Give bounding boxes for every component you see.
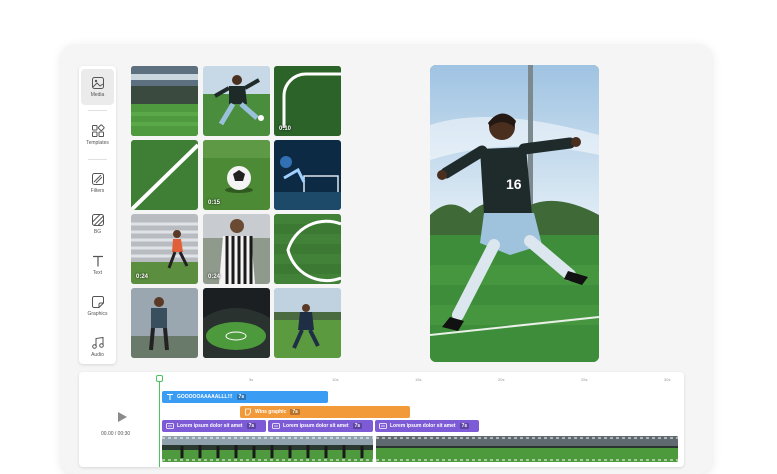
stadium-night-thumbnail <box>203 288 270 358</box>
play-icon[interactable] <box>116 411 128 423</box>
media-tile-player-kick[interactable] <box>203 66 270 136</box>
text-clip[interactable]: GOOOOOAAAAALLL!!! 7s <box>162 391 328 403</box>
clip-duration: 7s <box>352 423 363 429</box>
media-tile-player-15[interactable] <box>274 288 341 358</box>
goalkeeper-thumbnail <box>274 140 341 210</box>
video-preview[interactable]: 16 <box>430 65 599 362</box>
center-circle-thumbnail <box>274 214 341 284</box>
bg-icon <box>91 214 104 226</box>
sidebar-item-label: Graphics <box>87 311 108 317</box>
duration-label: 0:24 <box>208 274 221 280</box>
ruler-tick: 20s <box>498 377 505 382</box>
ruler-tick: 10s <box>332 377 339 382</box>
clip-duration: 7s <box>246 423 257 429</box>
clip-label: Wins graphic <box>255 409 287 415</box>
sidebar-item-media[interactable]: Media <box>81 69 114 105</box>
playhead[interactable] <box>159 376 160 467</box>
caption-icon <box>272 423 280 429</box>
media-tile-stadium[interactable] <box>131 66 198 136</box>
graphics-icon <box>245 408 251 416</box>
clip-label: GOOOOOAAAAALLL!!! <box>177 394 233 400</box>
sidebar-item-label: Templates <box>86 140 109 146</box>
audio-icon <box>91 336 104 349</box>
sidebar-item-filters[interactable]: Filters <box>81 165 114 201</box>
time-display: 00.00 / 00:30 <box>101 431 131 437</box>
sidebar-item-label: Media <box>90 92 105 98</box>
sidebar-item-text[interactable]: Text <box>81 247 114 283</box>
playhead-handle[interactable] <box>156 375 163 382</box>
svg-text:16: 16 <box>506 176 522 192</box>
text-icon <box>92 255 103 267</box>
image-icon <box>91 77 104 89</box>
video-filmstrip <box>162 436 373 462</box>
media-tile-grass-line[interactable] <box>131 140 198 210</box>
ruler-tick: 30s <box>664 377 671 382</box>
media-tile-center-circle[interactable] <box>274 214 341 284</box>
duration-label: 0:15 <box>208 200 221 206</box>
caption-icon <box>166 423 174 429</box>
grass-thumbnail <box>131 140 198 210</box>
media-grid: 0:10 0:15 0:24 0:24 <box>131 66 342 359</box>
media-tile-stands-player[interactable]: 0:24 <box>131 214 198 284</box>
preview-image: 16 <box>430 65 599 362</box>
templates-icon <box>91 124 105 137</box>
divider <box>88 110 107 111</box>
clip-label: Lorem ipsum dolor sit amet <box>177 423 243 429</box>
sidebar-item-label: BG <box>93 229 102 235</box>
sidebar-item-graphics[interactable]: Graphics <box>81 288 114 324</box>
video-track-clip[interactable] <box>162 436 373 462</box>
clip-duration: 7s <box>459 423 470 429</box>
sidebar-item-label: Audio <box>91 352 104 358</box>
media-tile-standing-player[interactable] <box>131 288 198 358</box>
player-15-thumbnail <box>274 288 341 358</box>
text-icon <box>167 394 173 400</box>
caption-icon <box>379 423 387 429</box>
media-tile-ball[interactable]: 0:15 <box>203 140 270 210</box>
caption-clip[interactable]: Lorem ipsum dolor sit amet 7s <box>162 420 266 432</box>
graphic-clip[interactable]: Wins graphic 7s <box>240 406 410 418</box>
timeline-panel: 00.00 / 00:30 0s 5s 10s 15s 20s 25s 30s … <box>79 372 684 467</box>
media-tile-goalkeeper[interactable] <box>274 140 341 210</box>
divider <box>88 159 107 160</box>
sidebar-item-templates[interactable]: Templates <box>81 117 114 153</box>
sidebar-item-bg[interactable]: BG <box>81 206 114 242</box>
player-thumbnail <box>203 66 270 136</box>
caption-clip[interactable]: Lorem ipsum dolor sit amet 7s <box>375 420 479 432</box>
sidebar: Media Templates Filters BG Text Graphics… <box>79 66 116 364</box>
standing-player-thumbnail <box>131 288 198 358</box>
media-tile-stadium-night[interactable] <box>203 288 270 358</box>
caption-clip[interactable]: Lorem ipsum dolor sit amet 7s <box>268 420 373 432</box>
stadium-thumbnail <box>131 66 198 136</box>
clip-duration: 7s <box>290 409 300 415</box>
filters-icon <box>91 173 104 185</box>
video-track-clip[interactable] <box>376 436 678 462</box>
sidebar-item-audio[interactable]: Audio <box>81 329 114 365</box>
graphics-icon <box>91 296 104 308</box>
ruler-tick: 5s <box>249 377 254 382</box>
media-tile-striped-player[interactable]: 0:24 <box>203 214 270 284</box>
clip-label: Lorem ipsum dolor sit amet <box>283 423 349 429</box>
duration-label: 0:10 <box>279 126 292 132</box>
media-tile-corner[interactable]: 0:10 <box>274 66 341 136</box>
ruler-tick: 25s <box>581 377 588 382</box>
clip-label: Lorem ipsum dolor sit amet <box>390 423 456 429</box>
video-filmstrip <box>376 436 678 462</box>
sidebar-item-label: Filters <box>90 188 105 194</box>
ruler-tick: 15s <box>415 377 422 382</box>
sidebar-item-label: Text <box>92 270 103 276</box>
clip-duration: 7s <box>236 394 247 400</box>
duration-label: 0:24 <box>136 274 149 280</box>
